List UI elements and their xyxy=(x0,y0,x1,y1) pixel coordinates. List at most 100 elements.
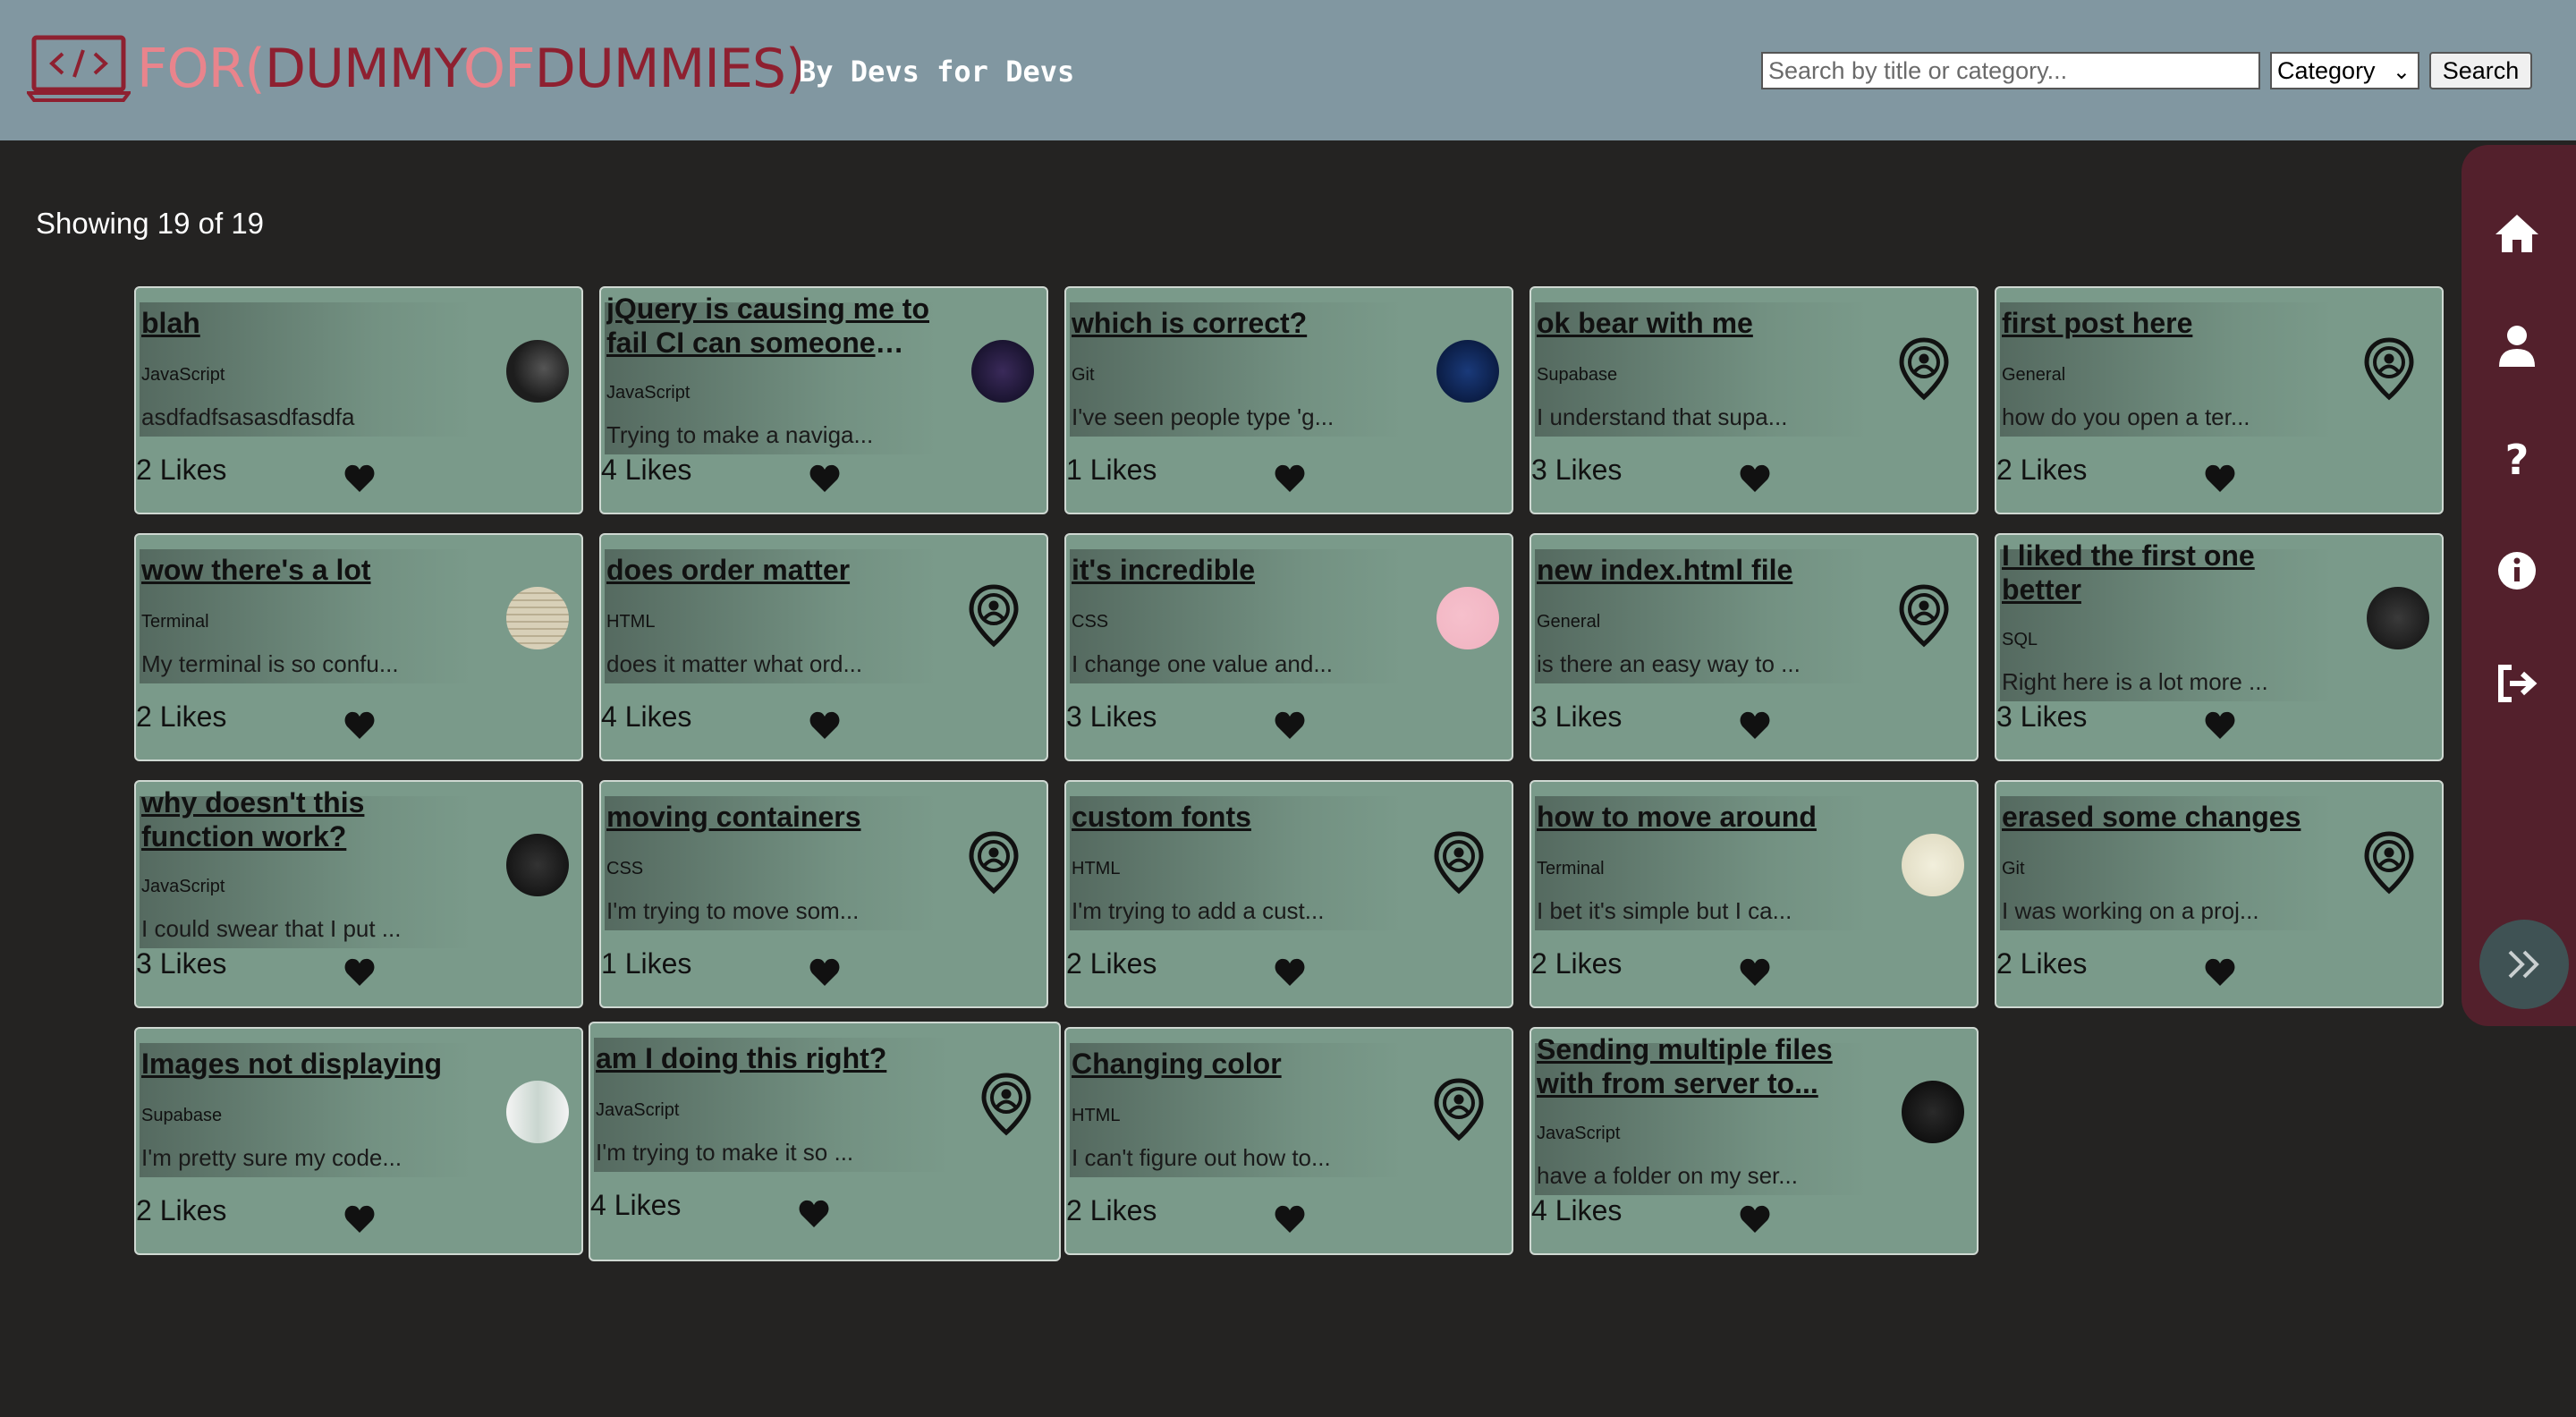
post-category: CSS xyxy=(1072,612,1109,632)
post-card[interactable]: how to move around Terminal I bet it's sim… xyxy=(1530,780,1979,1008)
post-title[interactable]: am I doing this right? xyxy=(596,1041,959,1075)
user-icon[interactable] xyxy=(2492,320,2542,370)
heart-icon[interactable] xyxy=(809,463,841,494)
post-title[interactable]: which is correct? xyxy=(1072,306,1411,340)
post-title[interactable]: new index.html file xyxy=(1537,553,1877,587)
post-excerpt: I can't figure out how to... xyxy=(1072,1144,1331,1171)
author-avatar[interactable] xyxy=(506,587,569,649)
post-category: HTML xyxy=(1072,859,1121,878)
post-card[interactable]: blah JavaScript asdfadfsasasdfasdfa 2 Likes xyxy=(134,286,583,514)
post-title[interactable]: first post here xyxy=(2002,306,2342,340)
post-card[interactable]: does order matter HTML does it matter what… xyxy=(599,533,1048,761)
like-count: 3 Likes xyxy=(1066,700,1157,733)
chevron-down-icon: ⌄ xyxy=(2392,60,2411,84)
post-category: General xyxy=(2002,365,2066,385)
post-card[interactable]: erased some changes Git I was working on a… xyxy=(1995,780,2444,1008)
post-card[interactable]: it's incredible CSS I change one value and… xyxy=(1064,533,1513,761)
author-avatar[interactable] xyxy=(971,340,1034,403)
location-user-icon[interactable] xyxy=(968,830,1020,895)
post-title[interactable]: jQuery is causing me to fail CI can some… xyxy=(606,292,946,360)
search-button[interactable]: Search xyxy=(2429,52,2532,89)
search-input[interactable] xyxy=(1761,52,2260,89)
post-category: JavaScript xyxy=(606,383,691,403)
heart-icon[interactable] xyxy=(809,957,841,988)
post-card[interactable]: Sending multiple files with from server … xyxy=(1530,1027,1979,1255)
heart-icon[interactable] xyxy=(1274,957,1306,988)
heart-icon[interactable] xyxy=(1739,463,1771,494)
post-card[interactable]: which is correct? Git I've seen people typ… xyxy=(1064,286,1513,514)
location-user-icon[interactable] xyxy=(1898,336,1950,401)
author-avatar[interactable] xyxy=(1902,834,1964,896)
post-card[interactable]: first post here General how do you open a … xyxy=(1995,286,2444,514)
post-excerpt: I've seen people type 'g... xyxy=(1072,403,1335,430)
brand-name[interactable]: FOR(DUMMYOFDUMMIES) xyxy=(137,34,806,104)
post-card[interactable]: wow there's a lot Terminal My terminal is … xyxy=(134,533,583,761)
heart-icon[interactable] xyxy=(2204,463,2236,494)
location-user-icon[interactable] xyxy=(1898,583,1950,648)
author-avatar[interactable] xyxy=(506,1081,569,1143)
post-title[interactable]: I liked the first one better xyxy=(2002,539,2342,607)
author-avatar[interactable] xyxy=(506,834,569,896)
location-user-icon[interactable] xyxy=(1433,830,1485,895)
heart-icon[interactable] xyxy=(798,1199,830,1229)
post-card[interactable]: ok bear with me Supabase I understand that… xyxy=(1530,286,1979,514)
post-title[interactable]: blah xyxy=(141,306,481,340)
post-excerpt: does it matter what ord... xyxy=(606,650,863,677)
location-user-icon[interactable] xyxy=(2363,336,2415,401)
post-title[interactable]: Images not displaying xyxy=(141,1047,481,1081)
post-card[interactable]: Changing color HTML I can't figure out how… xyxy=(1064,1027,1513,1255)
post-title[interactable]: how to move around xyxy=(1537,800,1877,834)
post-title[interactable]: Sending multiple files with from server … xyxy=(1537,1032,1877,1100)
heart-icon[interactable] xyxy=(1274,1204,1306,1235)
author-avatar[interactable] xyxy=(1902,1081,1964,1143)
heart-icon[interactable] xyxy=(1274,710,1306,741)
post-card[interactable]: why doesn't this function work? JavaScrip… xyxy=(134,780,583,1008)
heart-icon[interactable] xyxy=(2204,710,2236,741)
post-title[interactable]: Changing color xyxy=(1072,1047,1411,1081)
heart-icon[interactable] xyxy=(809,710,841,741)
heart-icon[interactable] xyxy=(343,463,376,494)
category-select[interactable]: Category ⌄ xyxy=(2270,52,2419,89)
post-title[interactable]: moving containers xyxy=(606,800,946,834)
heart-icon[interactable] xyxy=(1739,710,1771,741)
info-icon[interactable] xyxy=(2492,546,2542,596)
post-title[interactable]: it's incredible xyxy=(1072,553,1411,587)
home-icon[interactable] xyxy=(2492,208,2542,258)
post-card[interactable]: jQuery is causing me to fail CI can some… xyxy=(599,286,1048,514)
post-title[interactable]: ok bear with me xyxy=(1537,306,1877,340)
location-user-icon[interactable] xyxy=(1433,1077,1485,1141)
author-avatar[interactable] xyxy=(506,340,569,403)
post-card[interactable]: custom fonts HTML I'm trying to add a cust… xyxy=(1064,780,1513,1008)
like-count: 1 Likes xyxy=(1066,454,1157,486)
question-icon[interactable]: ? xyxy=(2492,433,2542,483)
post-title[interactable]: why doesn't this function work? xyxy=(141,785,481,853)
author-avatar[interactable] xyxy=(1436,587,1499,649)
post-title[interactable]: does order matter xyxy=(606,553,946,587)
laptop-code-icon[interactable] xyxy=(27,34,131,104)
heart-icon[interactable] xyxy=(1274,463,1306,494)
post-card[interactable]: I liked the first one better SQL Right her… xyxy=(1995,533,2444,761)
heart-icon[interactable] xyxy=(2204,957,2236,988)
heart-icon[interactable] xyxy=(1739,1204,1771,1235)
post-card[interactable]: moving containers CSS I'm trying to move s… xyxy=(599,780,1048,1008)
post-title[interactable]: custom fonts xyxy=(1072,800,1411,834)
location-user-icon[interactable] xyxy=(980,1072,1032,1136)
location-user-icon[interactable] xyxy=(2363,830,2415,895)
post-card[interactable]: am I doing this right? JavaScript I'm tryi… xyxy=(589,1022,1061,1261)
post-title[interactable]: wow there's a lot xyxy=(141,553,481,587)
expand-sidebar-button[interactable] xyxy=(2479,920,2569,1009)
heart-icon[interactable] xyxy=(343,710,376,741)
svg-text:?: ? xyxy=(2505,436,2529,483)
heart-icon[interactable] xyxy=(343,957,376,988)
post-card[interactable]: new index.html file General is there an ea… xyxy=(1530,533,1979,761)
author-avatar[interactable] xyxy=(1436,340,1499,403)
like-count: 4 Likes xyxy=(601,454,692,486)
location-user-icon[interactable] xyxy=(968,583,1020,648)
post-title[interactable]: erased some changes xyxy=(2002,800,2342,834)
author-avatar[interactable] xyxy=(2367,587,2429,649)
like-count: 2 Likes xyxy=(136,454,227,486)
logout-icon[interactable] xyxy=(2492,658,2542,708)
heart-icon[interactable] xyxy=(343,1204,376,1235)
post-card[interactable]: Images not displaying Supabase I'm pretty … xyxy=(134,1027,583,1255)
heart-icon[interactable] xyxy=(1739,957,1771,988)
